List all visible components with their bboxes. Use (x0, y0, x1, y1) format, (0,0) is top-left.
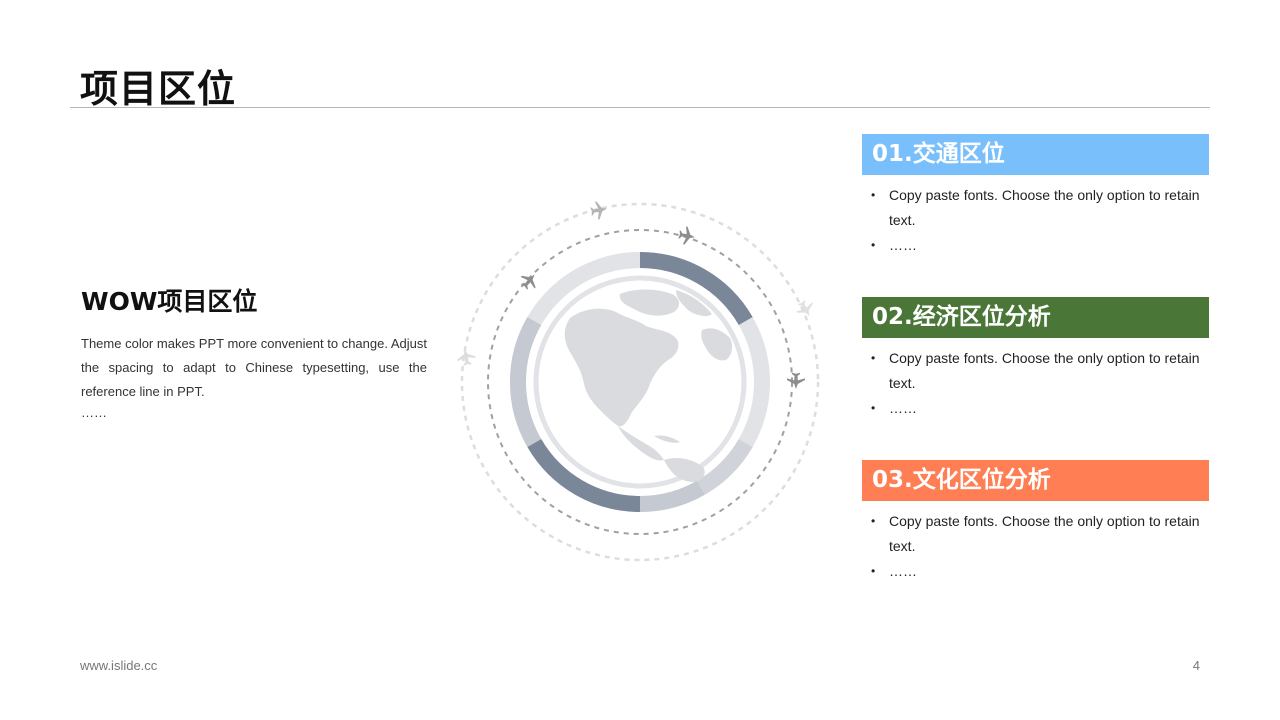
section-economy: 02.经济区位分析 • Copy paste fonts. Choose the … (862, 297, 1209, 421)
bullet-list: • Copy paste fonts. Choose the only optio… (862, 183, 1209, 258)
list-item: •…… (871, 400, 917, 416)
section-header-culture: 03.文化区位分析 (862, 460, 1209, 501)
left-ellipsis: …… (81, 405, 107, 420)
section-header-economy: 02.经济区位分析 (862, 297, 1209, 338)
slide-title: 项目区位 (80, 67, 237, 111)
list-item: • Copy paste fonts. Choose the only optio… (871, 513, 1200, 554)
bullet-list: • Copy paste fonts. Choose the only optio… (862, 346, 1209, 421)
globe-graphic (455, 199, 820, 562)
left-body-text: Theme color makes PPT more convenient to… (81, 336, 427, 399)
footer-url: www.islide.cc (80, 658, 158, 673)
list-item: • Copy paste fonts. Choose the only optio… (871, 350, 1200, 391)
list-item: • Copy paste fonts. Choose the only optio… (871, 187, 1200, 228)
title-divider (70, 107, 1210, 108)
left-text-block: WOW项目区位 Theme color makes PPT more conve… (81, 282, 427, 422)
section-culture: 03.文化区位分析 • Copy paste fonts. Choose the … (862, 460, 1209, 584)
list-item: •…… (871, 563, 917, 579)
section-traffic: 01.交通区位 • Copy paste fonts. Choose the on… (862, 134, 1209, 258)
page-number: 4 (1192, 658, 1200, 673)
list-item: •…… (871, 237, 917, 253)
section-header-traffic: 01.交通区位 (862, 134, 1209, 175)
left-heading: WOW项目区位 (81, 287, 258, 316)
bullet-list: • Copy paste fonts. Choose the only optio… (862, 509, 1209, 584)
